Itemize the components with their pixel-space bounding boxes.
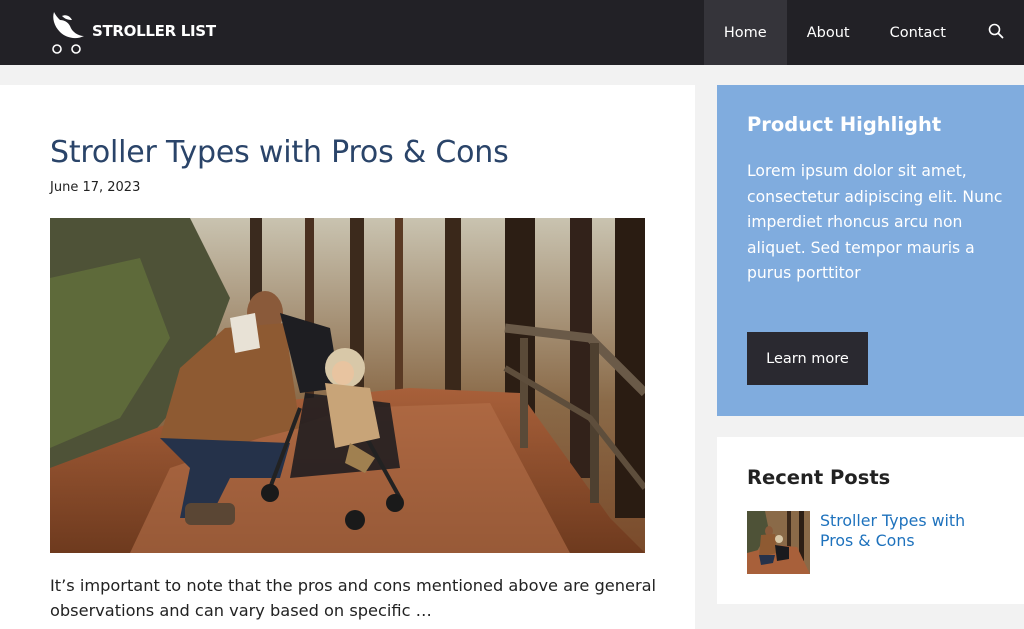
recent-post-thumbnail[interactable] bbox=[747, 511, 810, 574]
search-button[interactable] bbox=[966, 0, 1024, 65]
recent-posts-widget: Recent Posts Stroller Types with Pros & … bbox=[717, 437, 1024, 604]
nav-contact[interactable]: Contact bbox=[870, 0, 966, 65]
site-logo[interactable]: STROLLER LIST bbox=[50, 9, 220, 57]
post-featured-image[interactable] bbox=[50, 218, 645, 553]
learn-more-button[interactable]: Learn more bbox=[747, 332, 868, 385]
site-header: STROLLER LIST Home About Contact bbox=[0, 0, 1024, 65]
nav-home[interactable]: Home bbox=[703, 0, 787, 65]
search-icon bbox=[988, 23, 1004, 43]
recent-post-link[interactable]: Stroller Types with Pros & Cons bbox=[820, 511, 1000, 551]
nav-about[interactable]: About bbox=[787, 0, 870, 65]
main-nav: Home About Contact bbox=[703, 0, 1024, 65]
widget-title: Product Highlight bbox=[747, 113, 942, 136]
logo-text: STROLLER LIST bbox=[92, 22, 216, 40]
widget-title: Recent Posts bbox=[747, 466, 891, 489]
post-excerpt: It’s important to note that the pros and… bbox=[50, 576, 657, 620]
stroller-logo-icon bbox=[50, 10, 90, 56]
post-card: Stroller Types with Pros & Cons June 17,… bbox=[0, 85, 695, 629]
product-highlight-widget: Product Highlight Lorem ipsum dolor sit … bbox=[717, 85, 1024, 416]
widget-text: Lorem ipsum dolor sit amet, consectetur … bbox=[747, 162, 1003, 282]
post-title[interactable]: Stroller Types with Pros & Cons bbox=[50, 135, 670, 170]
post-date: June 17, 2023 bbox=[50, 180, 141, 195]
